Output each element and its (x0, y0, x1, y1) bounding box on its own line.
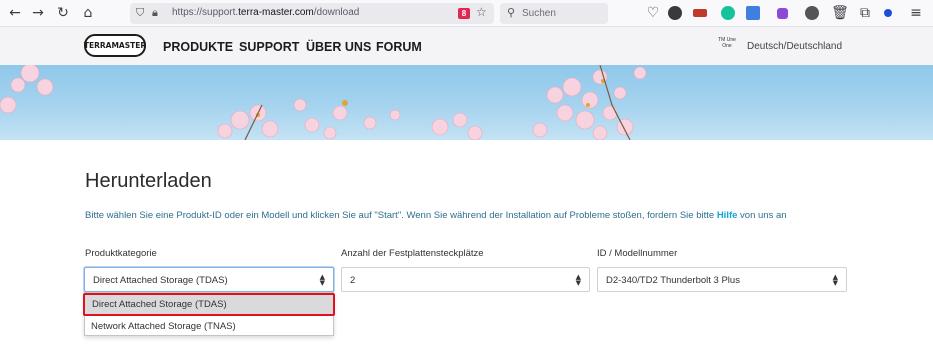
terramaster-logo[interactable]: TERRAMASTER (84, 34, 146, 57)
nav-forum[interactable]: FORUM (376, 40, 422, 54)
select-arrows-icon: ▲ ▼ (832, 273, 838, 287)
nav-produkte[interactable]: PRODUKTE (163, 40, 233, 54)
slots-select-value: 2 (350, 275, 356, 286)
intro-before: Bitte wählen Sie eine Produkt-ID oder ei… (85, 210, 717, 221)
url-host: terra-master.com (238, 7, 314, 18)
cherry-blossom-image (0, 65, 647, 140)
dropdown-option-tdas[interactable]: Direct Attached Storage (TDAS) (83, 293, 335, 316)
model-label: ID / Modellnummer (597, 248, 678, 259)
tracking-shield-icon[interactable]: ⛉ (136, 6, 148, 20)
language-icon[interactable]: TM Une One (718, 37, 736, 53)
extension-brush-icon[interactable] (693, 9, 707, 17)
select-arrows-icon: ▲ ▼ (319, 273, 325, 287)
model-select[interactable]: D2-340/TD2 Thunderbolt 3 Plus ▲ ▼ (597, 267, 847, 292)
extension-avatar-icon[interactable] (668, 6, 682, 20)
search-placeholder: Suchen (522, 8, 556, 19)
logo-text: TERRAMASTER (83, 41, 147, 50)
menu-icon[interactable]: ≡ (906, 3, 926, 23)
url-text[interactable]: https://support.terra-master.com/downloa… (172, 7, 359, 18)
category-dropdown-list: Direct Attached Storage (TDAS) Network A… (83, 292, 335, 337)
extensions-icon[interactable]: ⧉ (855, 3, 875, 23)
nav-support[interactable]: SUPPORT (239, 40, 299, 54)
category-label: Produktkategorie (85, 248, 157, 259)
nav-ueber-uns[interactable]: ÜBER UNS (306, 40, 371, 54)
category-select-value: Direct Attached Storage (TDAS) (93, 275, 228, 286)
model-select-value: D2-340/TD2 Thunderbolt 3 Plus (606, 275, 740, 286)
trash-icon[interactable]: 🗑︎ (830, 3, 850, 23)
select-arrows-icon: ▲ ▼ (575, 273, 581, 287)
lock-icon[interactable]: 🔒︎ (152, 6, 158, 20)
forward-icon[interactable]: → (28, 3, 48, 23)
pocket-icon[interactable]: ♡ (643, 3, 663, 23)
url-prefix: https://support. (172, 7, 239, 18)
slots-select[interactable]: 2 ▲ ▼ (341, 267, 590, 292)
bookmark-star-icon[interactable]: ☆ (476, 5, 487, 19)
page-title: Herunterladen (85, 170, 212, 192)
home-icon[interactable]: ⌂ (78, 3, 98, 23)
extension-badge-icon[interactable]: 8 (458, 8, 470, 19)
grammarly-icon[interactable] (721, 6, 735, 20)
search-bar[interactable]: ⚲ Suchen (500, 3, 608, 24)
reload-icon[interactable]: ↻ (53, 3, 73, 23)
category-select[interactable]: Direct Attached Storage (TDAS) ▲ ▼ (84, 267, 334, 292)
address-bar[interactable]: ⛉ 🔒︎ https://support.terra-master.com/do… (130, 3, 494, 24)
hilfe-link[interactable]: Hilfe (717, 210, 738, 221)
translate-icon[interactable] (746, 6, 760, 20)
hero-banner (0, 65, 933, 140)
intro-text: Bitte wählen Sie eine Produkt-ID oder ei… (85, 210, 787, 221)
site-header: TERRAMASTER PRODUKTE SUPPORT ÜBER UNS FO… (0, 27, 933, 65)
browser-toolbar: ← → ↻ ⌂ ⛉ 🔒︎ https://support.terra-maste… (0, 0, 933, 27)
download-icon[interactable] (805, 6, 819, 20)
search-icon: ⚲ (507, 6, 516, 19)
dropdown-option-tnas[interactable]: Network Attached Storage (TNAS) (85, 316, 333, 337)
language-selector[interactable]: Deutsch/Deutschland (747, 41, 842, 52)
extension-key-icon[interactable] (884, 9, 892, 17)
back-icon[interactable]: ← (5, 3, 25, 23)
slots-label: Anzahl der Festplattensteckplätze (341, 248, 484, 259)
url-path: /download (313, 7, 360, 18)
extension-cube-icon[interactable] (777, 8, 788, 19)
intro-after: von uns an (737, 210, 787, 221)
